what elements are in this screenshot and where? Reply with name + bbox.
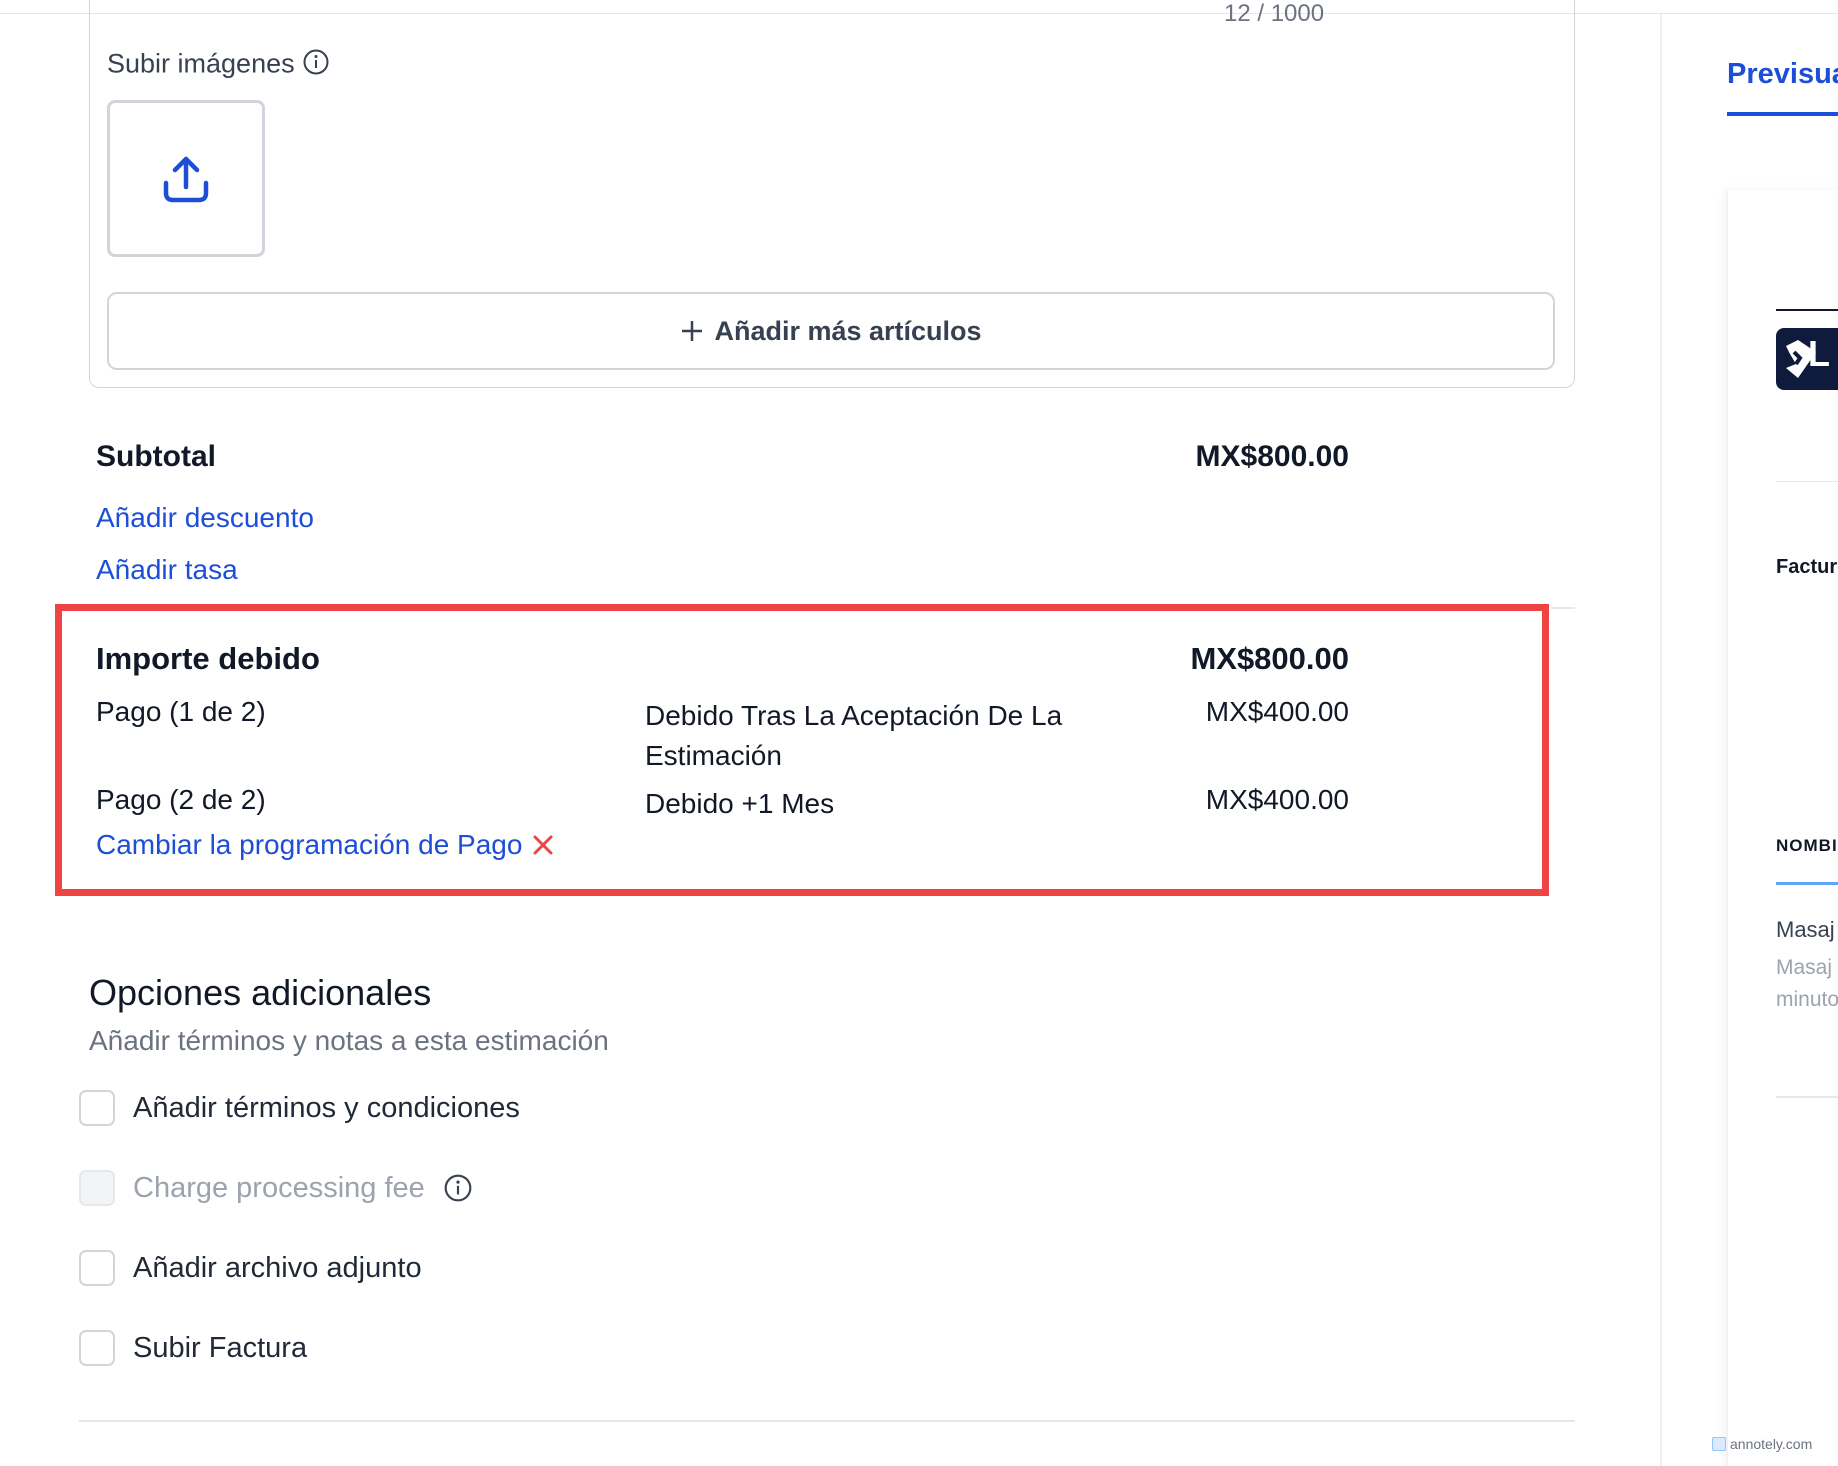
payment-1-description: Debido Tras La Aceptación De La Estimaci… bbox=[645, 700, 1063, 771]
amount-due-value: MX$800.00 bbox=[1190, 641, 1349, 676]
watermark-text: annotely.com bbox=[1730, 1436, 1813, 1452]
add-tax-link[interactable]: Añadir tasa bbox=[96, 554, 238, 586]
processing-fee-label: Charge processing fee bbox=[133, 1171, 425, 1204]
plus-icon bbox=[682, 321, 703, 341]
upload-images-label: Subir imágenes bbox=[107, 48, 330, 83]
add-discount-link[interactable]: Añadir descuento bbox=[96, 502, 314, 534]
preview-factura-label: Factur bbox=[1776, 556, 1838, 578]
watermark-logo-icon bbox=[1712, 1437, 1726, 1451]
payment-2-name: Pago (2 de 2) bbox=[96, 784, 266, 815]
bottom-divider bbox=[79, 1420, 1575, 1422]
totals-divider bbox=[1551, 607, 1575, 609]
change-payment-schedule: Cambiar la programación de Pago bbox=[96, 829, 556, 861]
option-terms-conditions[interactable]: Añadir términos y condiciones bbox=[79, 1090, 520, 1126]
option-attachment[interactable]: Añadir archivo adjunto bbox=[79, 1250, 422, 1286]
attachment-checkbox[interactable] bbox=[79, 1250, 115, 1286]
preview-item-description-2: minuto bbox=[1776, 988, 1838, 1011]
additional-options-title: Opciones adicionales bbox=[89, 972, 432, 1013]
char-counter: 12 / 1000 bbox=[1224, 0, 1325, 27]
upload-images-text: Subir imágenes bbox=[107, 48, 295, 79]
preview-header-underline bbox=[1776, 882, 1838, 885]
payment-2-amount: MX$400.00 bbox=[1205, 784, 1349, 815]
subtotal-label: Subtotal bbox=[96, 440, 216, 473]
upload-invoice-label: Subir Factura bbox=[133, 1331, 308, 1364]
add-more-items-button[interactable]: Añadir más artículos bbox=[107, 292, 1555, 370]
upload-image-button[interactable] bbox=[107, 100, 265, 257]
add-more-items-label: Añadir más artículos bbox=[714, 315, 982, 346]
change-payment-schedule-link[interactable]: Cambiar la programación de Pago bbox=[96, 829, 522, 861]
upload-icon bbox=[163, 156, 209, 202]
preview-item-description: Masaj bbox=[1776, 956, 1833, 979]
additional-options-subtitle: Añadir términos y notas a esta estimació… bbox=[89, 1025, 609, 1056]
watermark: annotely.com bbox=[1712, 1436, 1812, 1452]
preview-panel-separator bbox=[1660, 14, 1662, 1466]
subtotal-value: MX$800.00 bbox=[1195, 440, 1349, 473]
option-processing-fee: Charge processing fee bbox=[79, 1170, 473, 1206]
upload-invoice-checkbox[interactable] bbox=[79, 1330, 115, 1366]
payment-2-description: Debido +1 Mes bbox=[645, 788, 835, 819]
payment-1-amount: MX$400.00 bbox=[1205, 696, 1349, 727]
preview-column-header: NOMBI bbox=[1776, 836, 1838, 855]
preview-item-divider bbox=[1776, 1096, 1838, 1098]
processing-fee-checkbox bbox=[79, 1170, 115, 1206]
tab-preview-underline bbox=[1727, 112, 1838, 116]
terms-label: Añadir términos y condiciones bbox=[133, 1091, 520, 1124]
remove-schedule-icon[interactable] bbox=[530, 832, 556, 858]
amount-due-label: Importe debido bbox=[96, 641, 320, 676]
preview-item-name: Masaj bbox=[1776, 917, 1835, 942]
terms-checkbox[interactable] bbox=[79, 1090, 115, 1126]
preview-divider bbox=[1776, 481, 1838, 482]
tab-preview[interactable]: Previsua bbox=[1727, 58, 1838, 91]
processing-fee-info-icon[interactable] bbox=[443, 1173, 473, 1203]
payment-1-name: Pago (1 de 2) bbox=[96, 696, 266, 727]
preview-logo-text: L bbox=[1808, 333, 1830, 374]
attachment-label: Añadir archivo adjunto bbox=[133, 1251, 422, 1284]
info-icon[interactable] bbox=[302, 48, 330, 83]
preview-rule bbox=[1776, 309, 1838, 311]
option-upload-invoice[interactable]: Subir Factura bbox=[79, 1330, 307, 1366]
